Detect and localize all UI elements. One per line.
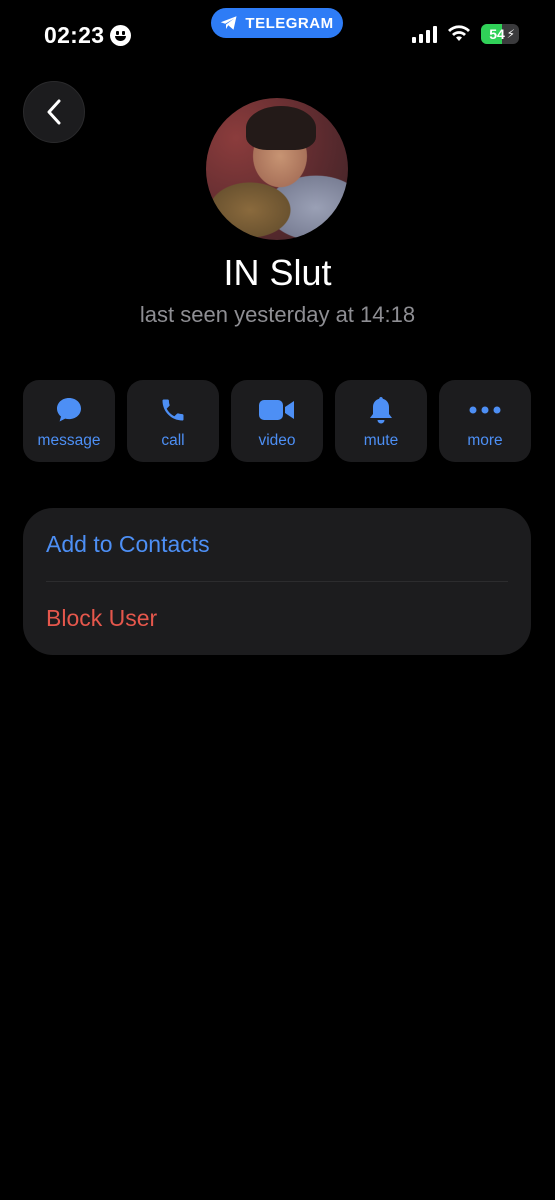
phone-icon xyxy=(162,399,184,421)
call-label: call xyxy=(161,432,185,449)
action-buttons: message call video mute more xyxy=(23,380,532,462)
video-button[interactable]: video xyxy=(231,380,323,462)
mute-button[interactable]: mute xyxy=(335,380,427,462)
bell-icon xyxy=(370,397,392,424)
call-button[interactable]: call xyxy=(127,380,219,462)
clock: 02:23 xyxy=(44,22,132,49)
charging-bolt-icon: ⚡ xyxy=(506,27,515,41)
telegram-live-pill[interactable]: TELEGRAM xyxy=(211,8,343,38)
back-button[interactable] xyxy=(23,81,85,143)
clock-time: 02:23 xyxy=(44,22,105,48)
mute-label: mute xyxy=(363,432,399,449)
message-label: message xyxy=(37,432,101,449)
status-bar: 02:23 TELEGRAM 54 ⚡ xyxy=(0,0,555,76)
block-user-label: Block User xyxy=(46,605,158,631)
video-label: video xyxy=(258,432,296,449)
more-button[interactable]: more xyxy=(439,380,531,462)
avatar-photo xyxy=(246,106,316,150)
more-label: more xyxy=(467,432,503,449)
profile-avatar[interactable] xyxy=(206,98,348,240)
last-seen-status: last seen yesterday at 14:18 xyxy=(139,302,416,327)
ellipsis-icon xyxy=(469,406,501,414)
chevron-left-icon xyxy=(47,99,61,125)
add-to-contacts-button[interactable]: Add to Contacts xyxy=(46,508,508,582)
grinning-face-icon xyxy=(110,25,132,46)
telegram-plane-icon xyxy=(221,16,237,30)
profile-name: IN Slut xyxy=(223,252,332,293)
options-card: Add to Contacts Block User xyxy=(23,508,531,655)
chat-bubble-icon xyxy=(57,398,81,422)
app-pill-label: TELEGRAM xyxy=(245,14,334,32)
battery-icon: 54 ⚡ xyxy=(481,24,519,44)
wifi-icon xyxy=(448,25,470,41)
block-user-button[interactable]: Block User xyxy=(46,582,508,655)
video-camera-icon xyxy=(259,400,294,420)
add-to-contacts-label: Add to Contacts xyxy=(46,531,210,557)
message-button[interactable]: message xyxy=(23,380,115,462)
cellular-signal-icon xyxy=(412,25,437,43)
